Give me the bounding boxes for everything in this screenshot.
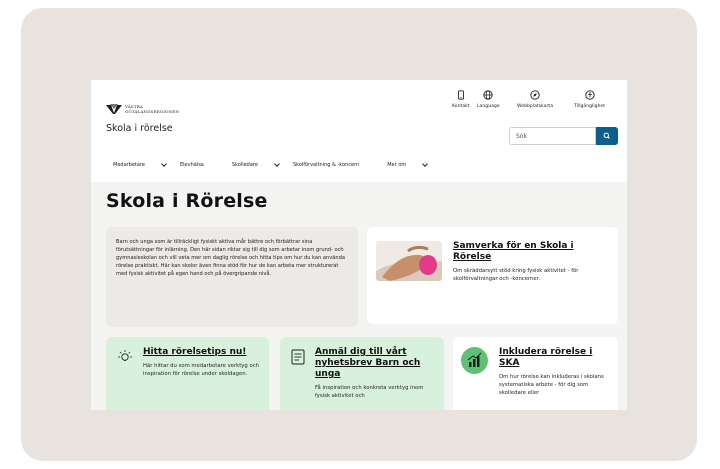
nav-item-mer-om[interactable]: Mer om [387,161,429,168]
globe-icon [483,90,493,100]
vgr-logo-icon [106,104,122,114]
featured-card[interactable]: Samverka för en Skola i Rörelse Om skräd… [367,227,618,324]
nav-label: Elevhälsa [179,162,204,168]
card-ska[interactable]: Inkludera rörelse i SKA Om hur rörelse k… [453,337,618,410]
featured-image [376,241,442,281]
logo-text-line2: GÖTALANDSREGIONEN [125,109,180,114]
sitemap-label: Webbplatskarta [517,104,554,109]
card-rorelsetips-text: Här hittar du som medarbetare verktyg oc… [143,363,259,377]
language-label: Language [477,104,500,109]
nav-item-elevhalsa[interactable]: Elevhälsa [180,162,218,168]
card-ska-text: Om hur rörelse kan inkluderas i skolans … [499,374,604,396]
contact-link[interactable]: Kontakt [452,90,470,109]
nav-item-skolforvaltning[interactable]: Skolförvaltning & -koncern [293,162,373,168]
accessibility-icon [584,90,595,100]
web-page: VÄSTRA GÖTALANDSREGIONEN Skola i rörelse… [91,80,627,410]
nav-label: Medarbetare [113,162,145,168]
card-nyhetsbrev-text: Få inspiration och konkreta verktyg inom… [315,385,424,399]
page-title: Skola i Rörelse [106,190,268,212]
document-icon [291,349,305,365]
logo-text: VÄSTRA GÖTALANDSREGIONEN [125,104,179,114]
nav-label: Mer om [387,162,407,168]
site-title[interactable]: Skola i rörelse [106,123,173,134]
nav-item-skolledare[interactable]: Skolledare [231,161,280,168]
chevron-down-icon [422,161,429,167]
nav-label: Skolförvaltning & -koncern [292,162,360,168]
card-ska-title[interactable]: Inkludera rörelse i SKA [499,347,613,369]
contact-label: Kontakt [452,104,470,109]
intro-text: Barn och unga som är tillräckligt fysisk… [106,227,358,327]
card-rorelsetips[interactable]: Hitta rörelsetips nu! Här hittar du som … [106,337,269,410]
compass-icon [530,90,540,100]
chevron-down-icon [274,161,280,167]
search-input[interactable]: Sök [509,127,596,145]
sitemap-link[interactable]: Webbplatskarta [517,90,553,109]
growth-chart-icon-badge [461,347,488,374]
vgr-logo[interactable]: VÄSTRA GÖTALANDSREGIONEN [106,104,179,114]
search-icon [603,132,610,139]
nav-item-medarbetare[interactable]: Medarbetare [113,161,167,168]
accessibility-link[interactable]: Tillgänglighet [574,90,605,109]
featured-card-text: Om skräddarsytt stöd kring fysisk aktivi… [453,268,579,282]
site-header: VÄSTRA GÖTALANDSREGIONEN Skola i rörelse… [91,80,627,182]
accessibility-label: Tillgänglighet [574,104,606,109]
card-rorelsetips-title[interactable]: Hitta rörelsetips nu! [143,347,261,358]
lightbulb-icon [118,350,132,361]
growth-chart-icon [467,352,482,367]
card-nyhetsbrev[interactable]: Anmäl dig till vårt nyhetsbrev Barn och … [280,337,444,410]
search-button[interactable] [596,127,618,145]
main-nav: Medarbetare Elevhälsa Skolledare Skolför… [113,161,441,168]
chevron-down-icon [161,161,167,167]
featured-card-title[interactable]: Samverka för en Skola i Rörelse [453,241,611,263]
nav-label: Skolledare [231,162,258,168]
card-nyhetsbrev-title[interactable]: Anmäl dig till vårt nyhetsbrev Barn och … [315,347,437,380]
phone-icon [457,90,464,100]
language-link[interactable]: Language [477,90,500,109]
